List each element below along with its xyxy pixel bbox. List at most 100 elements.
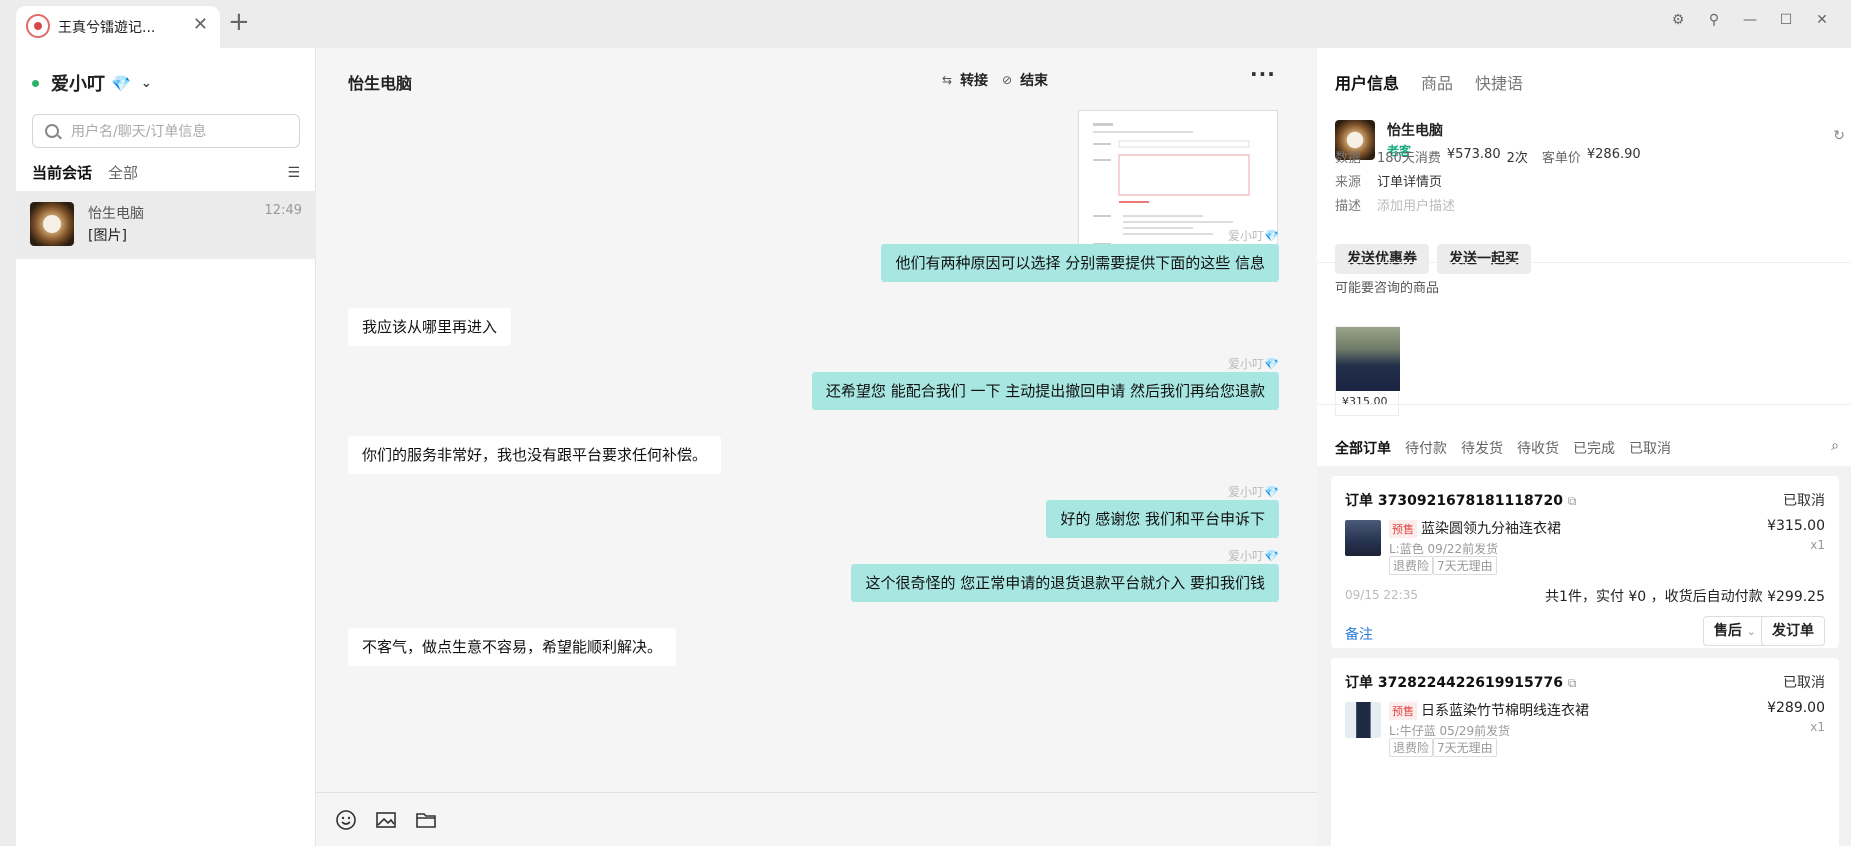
tab-current-sessions[interactable]: 当前会话 <box>32 162 92 183</box>
sender-label: 爱小叮💎 <box>1228 549 1279 563</box>
order-quantity: x1 <box>1810 720 1825 734</box>
order-summary: 共1件，实付 ¥0 ，收货后自动付款 ¥299.25 <box>1545 589 1825 605</box>
order-product-image <box>1345 520 1381 556</box>
sort-icon[interactable]: ☰ <box>287 165 300 181</box>
tab-pending-shipment[interactable]: 待发货 <box>1461 438 1503 458</box>
recommended-products-label: 可能要咨询的商品 <box>1335 281 1440 296</box>
tab-pending-receipt[interactable]: 待收货 <box>1517 438 1559 458</box>
message-bubble-incoming: 不客气，做点生意不容易，希望能顺利解决。 <box>348 628 677 666</box>
chat-header: 怡生电脑 ⇆ 转接 ⊘ 结束 ··· <box>316 48 1317 102</box>
shop-logo-icon <box>26 14 50 38</box>
service-tag: 退费险 <box>1389 738 1434 757</box>
tab-pending-payment[interactable]: 待付款 <box>1405 438 1447 458</box>
order-card: 订单 3730921678181118720 ⧉ 已取消 预售 蓝染圆领九分袖连… <box>1331 476 1839 648</box>
spend-180-amount: ¥573.80 <box>1446 147 1501 162</box>
order-status: 已取消 <box>1783 675 1825 691</box>
tab-cancelled[interactable]: 已取消 <box>1629 438 1671 458</box>
order-product-name[interactable]: 蓝染圆领九分袖连衣裙 <box>1421 518 1561 538</box>
order-filter-tabs: 全部订单 待付款 待发货 待收货 已完成 已取消 ⌕ <box>1335 438 1839 458</box>
order-status: 已取消 <box>1783 493 1825 509</box>
presale-badge: 预售 <box>1389 702 1417 720</box>
order-count: 2次 <box>1506 151 1528 166</box>
agent-name: 爱小叮 <box>51 74 105 95</box>
chevron-down-icon: ⌄ <box>140 75 152 91</box>
spend-180-label: 180天消费 <box>1377 151 1441 166</box>
end-session-button[interactable]: ⊘ 结束 <box>1002 70 1048 90</box>
order-product-name[interactable]: 日系蓝染竹节棉明线连衣裙 <box>1421 700 1589 720</box>
conversation-item[interactable]: 怡生电脑 12:49 [图片] <box>16 191 316 259</box>
folder-icon[interactable] <box>415 809 437 831</box>
end-icon: ⊘ <box>1002 73 1013 87</box>
copy-icon[interactable]: ⧉ <box>1568 676 1577 690</box>
pin-icon[interactable]: ⚲ <box>1705 12 1723 28</box>
chevron-down-icon: ⌄ <box>1746 625 1756 638</box>
user-name: 怡生电脑 <box>1387 123 1443 139</box>
maximize-button[interactable]: ☐ <box>1777 12 1795 28</box>
minimize-button[interactable]: — <box>1741 12 1759 28</box>
tab-title: 王真兮镭遊记... <box>58 20 156 36</box>
session-tabs: 当前会话 全部 ☰ <box>32 162 300 183</box>
emoji-icon[interactable] <box>335 809 357 831</box>
message-bubble-outgoing: 还希望您 能配合我们 一下 主动提出撤回申请 然后我们再给您退款 <box>811 372 1279 410</box>
diamond-icon: 💎 <box>111 73 131 93</box>
divider <box>1317 262 1851 263</box>
sender-label: 爱小叮💎 <box>1228 357 1279 371</box>
close-window-button[interactable]: ✕ <box>1813 12 1831 28</box>
order-note-link[interactable]: 备注 <box>1345 624 1373 644</box>
avatar <box>30 202 74 246</box>
tab-close-icon[interactable]: ✕ <box>193 14 208 35</box>
order-product-sku: L:牛仔蓝 05/29前发货 <box>1389 724 1511 738</box>
order-list: 订单 3730921678181118720 ⧉ 已取消 预售 蓝染圆领九分袖连… <box>1317 466 1851 858</box>
customer-info-panel: 用户信息 商品 快捷语 怡生电脑 老客 ↻ 数据 180天消费 ¥573.80 … <box>1317 48 1851 858</box>
info-row-data: 数据 180天消费 ¥573.80 2次 客单价 ¥286.90 <box>1335 147 1641 166</box>
image-icon[interactable] <box>375 809 397 831</box>
transfer-icon: ⇆ <box>942 73 953 87</box>
source-key: 来源 <box>1335 175 1362 190</box>
refresh-icon[interactable]: ↻ <box>1833 128 1845 144</box>
order-id: 订单 3728224422619915776 ⧉ <box>1345 675 1577 691</box>
data-key: 数据 <box>1335 151 1362 166</box>
tab-products[interactable]: 商品 <box>1421 70 1453 94</box>
ship-order-button[interactable]: 发订单 <box>1761 616 1825 646</box>
order-search-icon[interactable]: ⌕ <box>1831 438 1839 458</box>
title-bar: 王真兮镭遊记... ✕ + ⚙ ⚲ — ☐ ✕ <box>0 0 1851 48</box>
after-sale-button[interactable]: 售后 ⌄ <box>1702 616 1767 646</box>
settings-icon[interactable]: ⚙ <box>1669 12 1687 28</box>
chat-panel: 怡生电脑 ⇆ 转接 ⊘ 结束 ··· 爱小叮💎 他们有两种原因可以选择 分别需要… <box>316 48 1317 846</box>
add-tab-button[interactable]: + <box>228 9 250 35</box>
copy-icon[interactable]: ⧉ <box>1568 494 1577 508</box>
search-input[interactable]: 用户名/聊天/订单信息 <box>32 114 300 148</box>
product-price: ¥315.00 <box>1342 395 1388 408</box>
window-controls: ⚙ ⚲ — ☐ ✕ <box>1669 12 1831 28</box>
order-product-price: ¥289.00 <box>1767 700 1825 716</box>
send-coupon-button[interactable]: 发送优惠券 <box>1335 244 1429 274</box>
message-bubble-outgoing: 他们有两种原因可以选择 分别需要提供下面的这些 信息 <box>881 244 1279 282</box>
product-card[interactable]: ¥315.00 <box>1335 326 1400 416</box>
tab-completed[interactable]: 已完成 <box>1573 438 1615 458</box>
conversation-name: 怡生电脑 <box>88 206 144 222</box>
order-product-price: ¥315.00 <box>1767 518 1825 534</box>
order-card: 订单 3728224422619915776 ⧉ 已取消 预售 日系蓝染竹节棉明… <box>1331 658 1839 858</box>
tab-all-sessions[interactable]: 全部 <box>108 162 138 183</box>
divider <box>1317 404 1851 405</box>
transfer-button[interactable]: ⇆ 转接 <box>942 70 988 90</box>
tab-all-orders[interactable]: 全部订单 <box>1335 438 1391 458</box>
tab-user-info[interactable]: 用户信息 <box>1335 70 1399 94</box>
more-options-icon[interactable]: ··· <box>1250 62 1276 86</box>
message-bubble-outgoing: 好的 感谢您 我们和平台申诉下 <box>1046 500 1279 538</box>
conversation-time: 12:49 <box>264 203 302 218</box>
search-icon <box>45 124 59 138</box>
online-status-dot <box>32 79 39 87</box>
service-tag: 7天无理由 <box>1433 738 1497 757</box>
send-group-buy-button[interactable]: 发送一起买 <box>1437 244 1531 274</box>
browser-tab[interactable]: 王真兮镭遊记... ✕ <box>16 6 220 48</box>
product-image <box>1336 327 1400 391</box>
description-input[interactable]: 添加用户描述 <box>1377 195 1455 214</box>
transfer-label: 转接 <box>960 73 989 89</box>
avg-price-label: 客单价 <box>1541 151 1581 166</box>
tab-quick-replies[interactable]: 快捷语 <box>1475 70 1523 94</box>
agent-status-selector[interactable]: 爱小叮 💎 ⌄ <box>32 70 152 96</box>
conversation-last-message: [图片] <box>88 228 127 244</box>
order-product-image <box>1345 702 1381 738</box>
service-tag: 7天无理由 <box>1433 556 1497 575</box>
